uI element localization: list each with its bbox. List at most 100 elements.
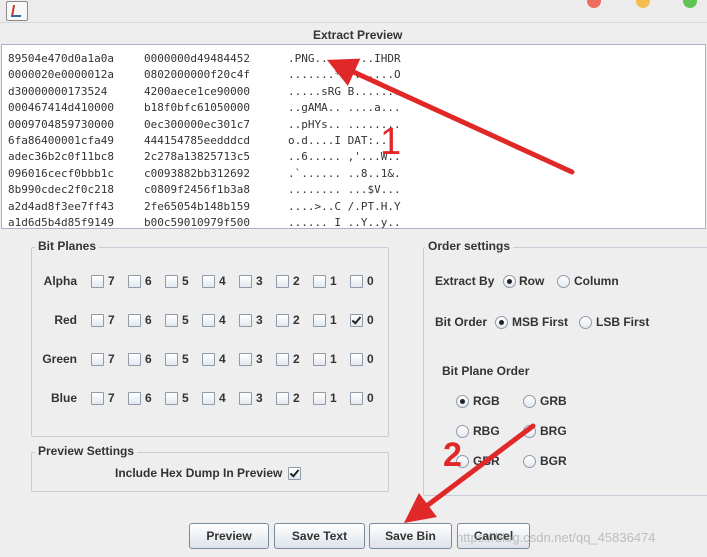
bit-plane-order-label: Bit Plane Order <box>442 364 530 378</box>
ascii-col: ..pHYs.. ........ <box>288 117 401 131</box>
bit-number-label: 6 <box>145 313 152 327</box>
red-bit-7-checkbox[interactable] <box>91 314 104 327</box>
bit-number-label: 7 <box>108 274 115 288</box>
save-bin-button[interactable]: Save Bin <box>369 523 452 549</box>
bit-number-label: 1 <box>330 391 337 405</box>
bit-number-label: 2 <box>293 274 300 288</box>
alpha-bit-6-checkbox[interactable] <box>128 275 141 288</box>
extract-by-column-radio[interactable] <box>557 275 570 288</box>
blue-bit-4-checkbox[interactable] <box>202 392 215 405</box>
ascii-col: o.d....I DAT:... <box>288 134 394 147</box>
bit-number-label: 3 <box>256 274 263 288</box>
green-bit-4-checkbox[interactable] <box>202 353 215 366</box>
bit-order-lsb-label[interactable]: LSB First <box>596 315 649 329</box>
bit-number-label: 1 <box>330 274 337 288</box>
hex-bytes-col2: 0802000000f20c4f <box>144 68 250 82</box>
plane-order-rbg-label[interactable]: RBG <box>473 424 500 438</box>
plane-order-brg-label[interactable]: BRG <box>540 424 567 438</box>
bit-number-label: 2 <box>293 391 300 405</box>
bit-number-label: 4 <box>219 391 226 405</box>
bit-number-label: 4 <box>219 313 226 327</box>
plane-order-gbr-label[interactable]: GBR <box>473 454 500 468</box>
red-bit-5-checkbox[interactable] <box>165 314 178 327</box>
alpha-bit-5-checkbox[interactable] <box>165 275 178 288</box>
hex-bytes-col1: adec36b2c0f11bc8 <box>8 150 114 164</box>
preview-settings-title: Preview Settings <box>35 444 138 458</box>
include-hex-dump-label: Include Hex Dump In Preview <box>115 466 283 480</box>
bit-order-msb-radio[interactable] <box>495 316 508 329</box>
save-text-button[interactable]: Save Text <box>274 523 365 549</box>
blue-bit-3-checkbox[interactable] <box>239 392 252 405</box>
blue-bit-1-checkbox[interactable] <box>313 392 326 405</box>
alpha-bit-2-checkbox[interactable] <box>276 275 289 288</box>
plane-order-bgr-radio[interactable] <box>523 455 536 468</box>
plane-order-grb-radio[interactable] <box>523 395 536 408</box>
blue-bit-5-checkbox[interactable] <box>165 392 178 405</box>
green-bit-5-checkbox[interactable] <box>165 353 178 366</box>
bit-order-lsb-radio[interactable] <box>579 316 592 329</box>
include-hex-dump-checkbox[interactable] <box>288 467 301 480</box>
hex-bytes-col1: 000467414d410000 <box>8 101 114 115</box>
plane-order-brg-radio[interactable] <box>523 425 536 438</box>
green-bit-6-checkbox[interactable] <box>128 353 141 366</box>
plane-order-bgr-label[interactable]: BGR <box>540 454 567 468</box>
alpha-bit-0-checkbox[interactable] <box>350 275 363 288</box>
bit-number-label: 5 <box>182 274 189 288</box>
close-window-icon[interactable] <box>587 0 601 8</box>
blue-bit-0-checkbox[interactable] <box>350 392 363 405</box>
green-bit-7-checkbox[interactable] <box>91 353 104 366</box>
bit-number-label: 1 <box>330 313 337 327</box>
red-bit-3-checkbox[interactable] <box>239 314 252 327</box>
alpha-bit-3-checkbox[interactable] <box>239 275 252 288</box>
watermark-text: https://blog.csdn.net/qq_45836474 <box>456 530 656 545</box>
bit-number-label: 0 <box>367 274 374 288</box>
plane-order-rgb-label[interactable]: RGB <box>473 394 500 408</box>
red-bit-4-checkbox[interactable] <box>202 314 215 327</box>
bit-number-label: 5 <box>182 352 189 366</box>
channel-label-green: Green <box>42 352 77 366</box>
bit-order-label: Bit Order <box>435 315 488 329</box>
plane-order-gbr-radio[interactable] <box>456 455 469 468</box>
extract-by-row-radio[interactable] <box>503 275 516 288</box>
red-bit-6-checkbox[interactable] <box>128 314 141 327</box>
alpha-bit-4-checkbox[interactable] <box>202 275 215 288</box>
ascii-col: ....>..C /.PT.H.Y <box>288 199 401 213</box>
blue-bit-2-checkbox[interactable] <box>276 392 289 405</box>
extract-by-label: Extract By <box>435 274 495 288</box>
minimize-window-icon[interactable] <box>636 0 650 8</box>
alpha-bit-7-checkbox[interactable] <box>91 275 104 288</box>
green-bit-3-checkbox[interactable] <box>239 353 252 366</box>
bit-number-label: 4 <box>219 352 226 366</box>
red-bit-0-checkbox[interactable] <box>350 314 363 327</box>
bit-number-label: 6 <box>145 391 152 405</box>
green-bit-0-checkbox[interactable] <box>350 353 363 366</box>
alpha-bit-1-checkbox[interactable] <box>313 275 326 288</box>
green-bit-2-checkbox[interactable] <box>276 353 289 366</box>
plane-order-grb-label[interactable]: GRB <box>540 394 567 408</box>
bit-order-msb-label[interactable]: MSB First <box>512 315 568 329</box>
bit-number-label: 2 <box>293 313 300 327</box>
ascii-col: .`...... ..8..1&. <box>288 166 401 180</box>
hex-bytes-col1: 6fa86400001cfa49 <box>8 134 114 147</box>
red-bit-1-checkbox[interactable] <box>313 314 326 327</box>
channel-label-red: Red <box>54 313 77 327</box>
bit-number-label: 3 <box>256 391 263 405</box>
zoom-window-icon[interactable] <box>683 0 697 8</box>
preview-button[interactable]: Preview <box>189 523 269 549</box>
plane-order-rbg-radio[interactable] <box>456 425 469 438</box>
hex-bytes-col2: b00c59010979f500 <box>144 216 250 229</box>
plane-order-rgb-radio[interactable] <box>456 395 469 408</box>
extract-by-row-label[interactable]: Row <box>519 274 544 288</box>
bit-number-label: 0 <box>367 391 374 405</box>
green-bit-1-checkbox[interactable] <box>313 353 326 366</box>
blue-bit-6-checkbox[interactable] <box>128 392 141 405</box>
red-bit-2-checkbox[interactable] <box>276 314 289 327</box>
bit-number-label: 3 <box>256 313 263 327</box>
ascii-col: ........ ...$V... <box>288 183 401 197</box>
hex-bytes-col2: 0ec300000ec301c7 <box>144 117 250 131</box>
bit-number-label: 5 <box>182 391 189 405</box>
extract-by-column-label[interactable]: Column <box>574 274 619 288</box>
blue-bit-7-checkbox[interactable] <box>91 392 104 405</box>
hex-preview-area[interactable]: 89504e470d0a1a0a 0000000d49484452 .PNG....… <box>1 44 706 229</box>
bit-number-label: 1 <box>330 352 337 366</box>
